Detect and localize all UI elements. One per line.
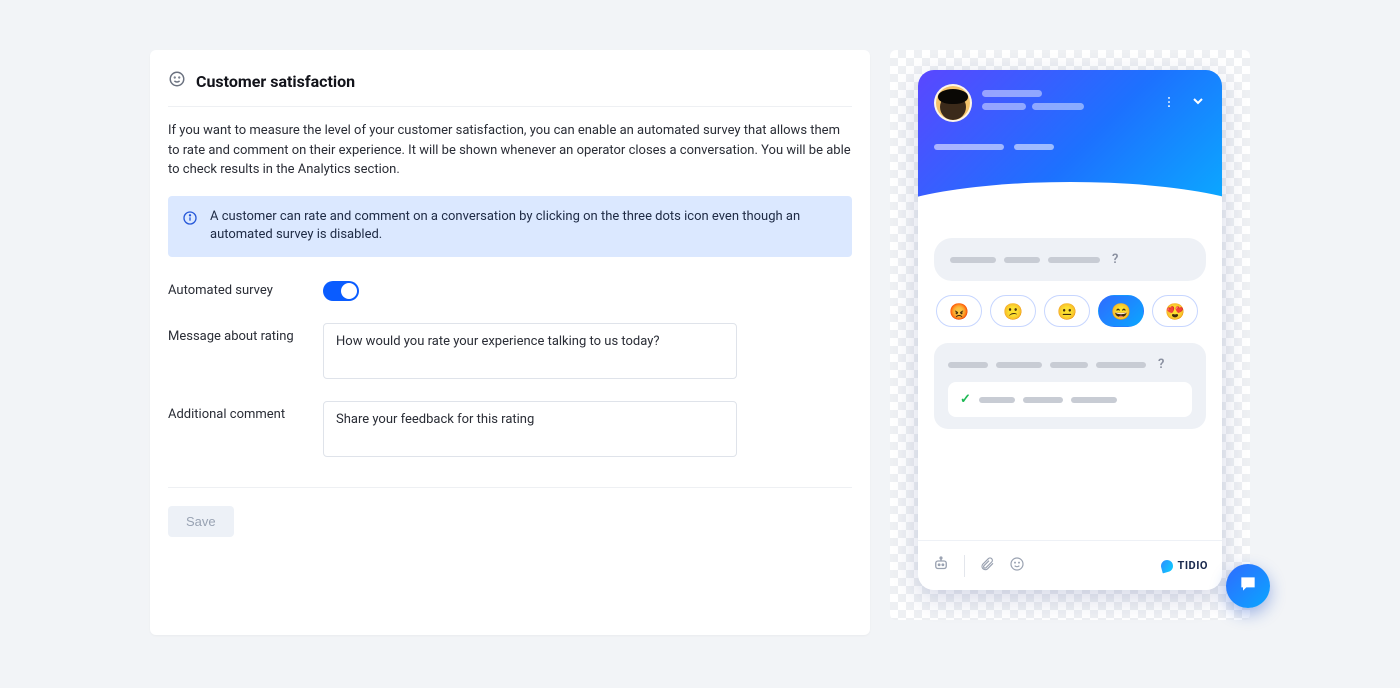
chat-footer: TIDIO [918,540,1222,590]
additional-comment-row: Additional comment [168,401,852,457]
chat-body: ? 😡 😕 😐 😄 😍 ? [918,202,1222,439]
feedback-input-preview: ✓ [948,382,1192,417]
automated-survey-row: Automated survey [168,277,852,301]
settings-header: Customer satisfaction [168,70,852,107]
header-name-placeholder [982,90,1152,116]
bot-icon[interactable] [932,555,950,577]
chat-widget-preview: ? 😡 😕 😐 😄 😍 ? [918,70,1222,590]
emoji-icon[interactable] [1009,556,1025,576]
emoji-rating-1[interactable]: 😡 [936,295,982,327]
chevron-down-icon[interactable] [1190,93,1206,113]
question-mark: ? [1112,252,1118,267]
automated-survey-toggle[interactable] [323,281,359,301]
rating-question-bubble: ? [934,238,1206,281]
settings-card: Customer satisfaction If you want to mea… [150,50,870,635]
emoji-rating-5[interactable]: 😍 [1152,295,1198,327]
info-text: A customer can rate and comment on a con… [210,208,838,246]
feedback-box: ? ✓ [934,343,1206,429]
info-banner: A customer can rate and comment on a con… [168,196,852,258]
tidio-brand: TIDIO [1161,559,1208,572]
message-rating-row: Message about rating [168,323,852,379]
header-subtext-placeholder [934,144,1206,150]
emoji-rating-row: 😡 😕 😐 😄 😍 [934,295,1206,327]
emoji-rating-4[interactable]: 😄 [1098,295,1144,327]
separator [964,555,965,577]
chat-launcher-button[interactable] [1226,564,1270,608]
additional-comment-label: Additional comment [168,401,323,422]
additional-comment-input[interactable] [323,401,737,457]
more-vertical-icon[interactable] [1162,94,1176,113]
page-description: If you want to measure the level of your… [168,121,852,180]
chat-bubble-icon [1238,574,1258,598]
paperclip-icon[interactable] [979,556,995,576]
message-rating-input[interactable] [323,323,737,379]
smiley-icon [168,70,186,92]
emoji-rating-3[interactable]: 😐 [1044,295,1090,327]
avatar [934,84,972,122]
message-rating-label: Message about rating [168,323,323,344]
automated-survey-label: Automated survey [168,277,323,298]
chat-header [918,70,1222,202]
question-mark: ? [1158,357,1164,372]
tidio-brand-text: TIDIO [1178,559,1208,572]
emoji-rating-2[interactable]: 😕 [990,295,1036,327]
save-button[interactable]: Save [168,506,234,537]
tidio-logo-icon [1159,558,1174,573]
page-title: Customer satisfaction [196,72,355,91]
info-icon [182,210,198,246]
divider [168,487,852,488]
preview-panel: ? 😡 😕 😐 😄 😍 ? [890,50,1250,620]
check-icon: ✓ [960,392,971,407]
